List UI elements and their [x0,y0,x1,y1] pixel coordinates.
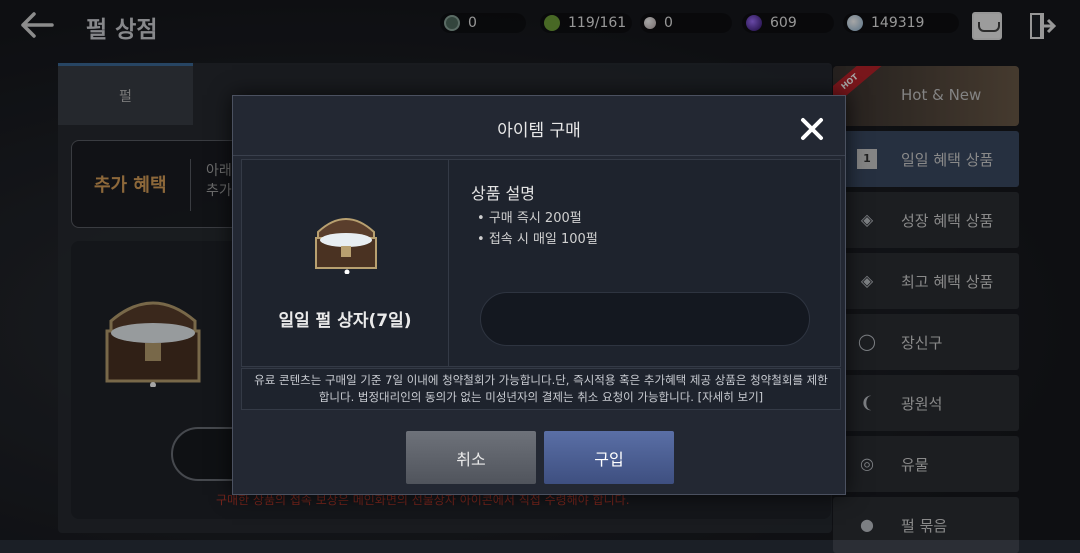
description-title: 상품 설명 [471,184,535,203]
description-list: 구매 즉시 200펄 접속 시 매일 100펄 [477,208,598,250]
dialog-title: 아이템 구매 [497,121,581,141]
list-item: 구매 즉시 200펄 [477,208,598,229]
treasure-chest-icon [310,210,382,275]
buy-button[interactable]: 구입 [544,431,674,484]
dialog-header: 아이템 구매 [233,96,845,156]
list-item: 접속 시 매일 100펄 [477,229,598,250]
item-description: 상품 설명 구매 즉시 200펄 접속 시 매일 100펄 [449,159,841,367]
item-name: 일일 펄 상자(7일) [278,311,412,331]
purchase-dialog: 아이템 구매 일일 펄 상자(7일) 상품 설명 구매 즉시 200펄 접속 시… [232,95,846,495]
quantity-bar[interactable] [480,292,810,346]
close-icon[interactable] [797,114,827,144]
cancel-button[interactable]: 취소 [406,431,536,484]
item-preview: 일일 펄 상자(7일) [241,159,449,367]
refund-notice[interactable]: 유료 콘텐츠는 구매일 기준 7일 이내에 청약철회가 가능합니다.단, 즉시적… [241,368,841,410]
